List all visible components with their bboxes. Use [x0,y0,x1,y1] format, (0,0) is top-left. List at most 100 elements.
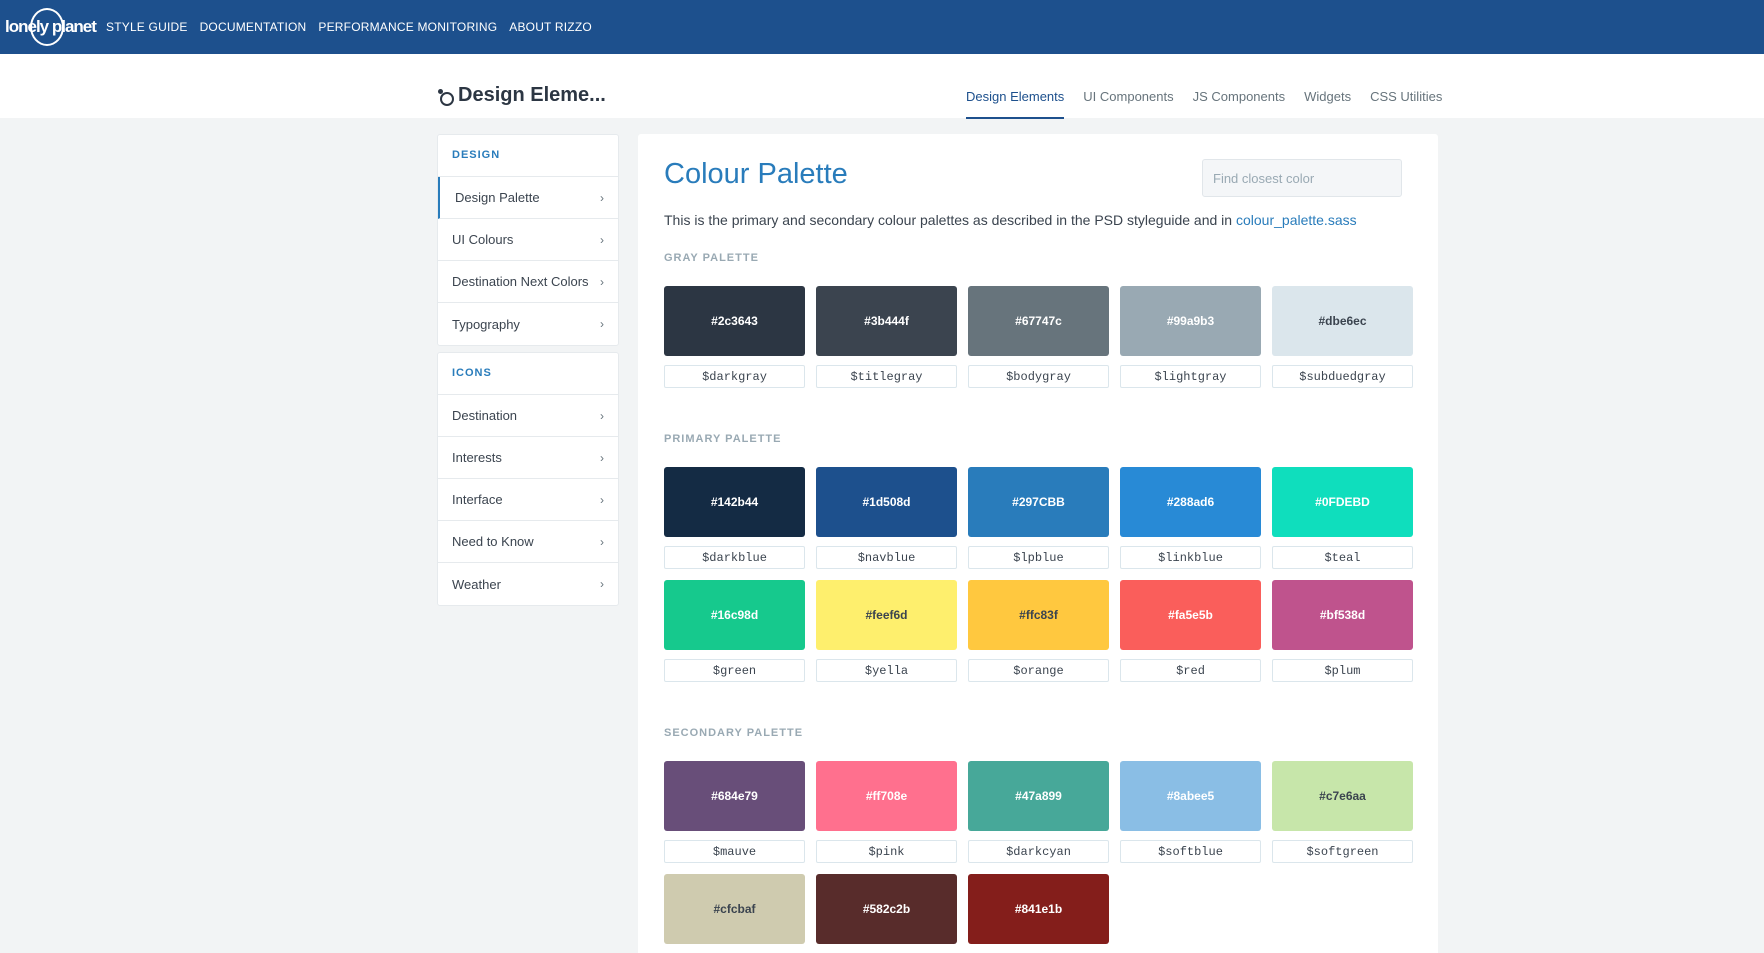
color-variable-label[interactable]: $green [664,659,805,682]
tab-js-components[interactable]: JS Components [1193,89,1286,119]
color-variable-label[interactable]: $navblue [816,546,957,569]
gray-palette-heading: GRAY PALETTE [664,252,759,264]
color-chip[interactable]: #2c3643 [664,286,805,356]
color-swatch: #dbe6ec $subduedgray [1272,286,1413,388]
tab-design-elements[interactable]: Design Elements [966,89,1065,119]
logo-text: lonely planet [5,17,97,36]
sidebar-item-interests[interactable]: Interests › [438,437,618,479]
sidebar-item-label: Weather [452,576,501,592]
color-chip[interactable]: #582c2b [816,874,957,944]
chevron-right-icon: › [600,317,604,331]
sidebar-item-label: Destination [452,408,518,423]
color-variable-label[interactable]: $plum [1272,659,1413,682]
color-variable-label[interactable]: $orange [968,659,1109,682]
color-chip[interactable]: #cfcbaf [664,874,805,944]
color-swatch: #142b44 $darkblue [664,467,805,569]
color-variable-label[interactable]: $teal [1272,546,1413,569]
chevron-right-icon: › [600,190,604,205]
sidebar-item-destination[interactable]: Destination › [438,395,618,437]
nav-performance-monitoring[interactable]: PERFORMANCE MONITORING [318,20,497,34]
color-variable-label[interactable]: $red [1120,659,1261,682]
color-swatch: #288ad6 $linkblue [1120,467,1261,569]
sidebar-item-design-palette[interactable]: Design Palette › [438,177,618,219]
intro-text-body: This is the primary and secondary colour… [664,212,1236,228]
color-swatch: #0FDEBD $teal [1272,467,1413,569]
top-nav: STYLE GUIDE DOCUMENTATION PERFORMANCE MO… [106,20,604,34]
color-variable-label[interactable]: $darkblue [664,546,805,569]
color-variable-label[interactable]: $titlegray [816,365,957,388]
color-chip[interactable]: #feef6d [816,580,957,650]
color-variable-label[interactable]: $darkcyan [968,840,1109,863]
color-swatch: #99a9b3 $lightgray [1120,286,1261,388]
color-chip[interactable]: #841e1b [968,874,1109,944]
color-chip[interactable]: #297CBB [968,467,1109,537]
sidebar-item-need-to-know[interactable]: Need to Know › [438,521,618,563]
color-chip[interactable]: #16c98d [664,580,805,650]
color-chip[interactable]: #ffc83f [968,580,1109,650]
color-swatch: #cfcbaf [664,874,805,944]
color-variable-label[interactable]: $lpblue [968,546,1109,569]
sidebar-item-interface[interactable]: Interface › [438,479,618,521]
color-swatch: #feef6d $yella [816,580,957,682]
color-variable-label[interactable]: $subduedgray [1272,365,1413,388]
sidebar-design: DESIGN Design Palette › UI Colours › Des… [437,134,619,346]
color-variable-label[interactable]: $mauve [664,840,805,863]
color-chip[interactable]: #3b444f [816,286,957,356]
color-swatch: #ff708e $pink [816,761,957,863]
color-chip[interactable]: #67747c [968,286,1109,356]
color-variable-label[interactable]: $darkgray [664,365,805,388]
color-variable-label[interactable]: $lightgray [1120,365,1261,388]
color-swatch: #582c2b [816,874,957,944]
sidebar-item-typography[interactable]: Typography › [438,303,618,345]
tab-widgets[interactable]: Widgets [1304,89,1351,119]
color-variable-label[interactable]: $yella [816,659,957,682]
primary-palette-heading: PRIMARY PALETTE [664,433,782,445]
color-swatch: #bf538d $plum [1272,580,1413,682]
main-content: Colour Palette This is the primary and s… [638,134,1438,953]
sidebar-icons: ICONS Destination › Interests › Interfac… [437,352,619,606]
color-chip[interactable]: #fa5e5b [1120,580,1261,650]
color-swatch: #684e79 $mauve [664,761,805,863]
color-chip[interactable]: #8abee5 [1120,761,1261,831]
sidebar-item-weather[interactable]: Weather › [438,563,618,605]
color-chip[interactable]: #47a899 [968,761,1109,831]
tab-ui-components[interactable]: UI Components [1083,89,1173,119]
sidebar-heading-design: DESIGN [438,135,618,177]
color-variable-label[interactable]: $bodygray [968,365,1109,388]
color-variable-label[interactable]: $softblue [1120,840,1261,863]
color-chip[interactable]: #288ad6 [1120,467,1261,537]
page-title-text: Design Eleme... [458,84,606,106]
color-chip[interactable]: #dbe6ec [1272,286,1413,356]
color-chip[interactable]: #0FDEBD [1272,467,1413,537]
color-chip[interactable]: #bf538d [1272,580,1413,650]
nav-style-guide[interactable]: STYLE GUIDE [106,20,188,34]
color-variable-label[interactable]: $linkblue [1120,546,1261,569]
nav-documentation[interactable]: DOCUMENTATION [200,20,307,34]
color-chip[interactable]: #684e79 [664,761,805,831]
color-variable-label[interactable]: $pink [816,840,957,863]
sub-header: Design Eleme... Design Elements UI Compo… [0,54,1764,119]
color-swatch: #c7e6aa $softgreen [1272,761,1413,863]
chevron-right-icon: › [600,577,604,591]
sidebar-item-destination-next-colors[interactable]: Destination Next Colors › [438,261,618,303]
sidebar-item-label: UI Colours [452,232,514,247]
color-variable-label[interactable]: $softgreen [1272,840,1413,863]
find-closest-color-input[interactable] [1202,159,1402,197]
nav-about-rizzo[interactable]: ABOUT RIZZO [509,20,592,34]
color-chip[interactable]: #142b44 [664,467,805,537]
color-swatch: #297CBB $lpblue [968,467,1109,569]
lonely-planet-logo[interactable]: lonely planet [4,8,97,48]
color-chip[interactable]: #ff708e [816,761,957,831]
sidebar-item-label: Destination Next Colors [452,274,589,289]
tab-css-utilities[interactable]: CSS Utilities [1370,89,1442,119]
color-swatch: #16c98d $green [664,580,805,682]
color-chip[interactable]: #1d508d [816,467,957,537]
color-swatch: #2c3643 $darkgray [664,286,805,388]
color-swatch: #47a899 $darkcyan [968,761,1109,863]
color-chip[interactable]: #99a9b3 [1120,286,1261,356]
colour-palette-sass-link[interactable]: colour_palette.sass [1236,212,1357,228]
chevron-right-icon: › [600,534,604,549]
color-swatch: #8abee5 $softblue [1120,761,1261,863]
color-chip[interactable]: #c7e6aa [1272,761,1413,831]
sidebar-item-ui-colours[interactable]: UI Colours › [438,219,618,261]
